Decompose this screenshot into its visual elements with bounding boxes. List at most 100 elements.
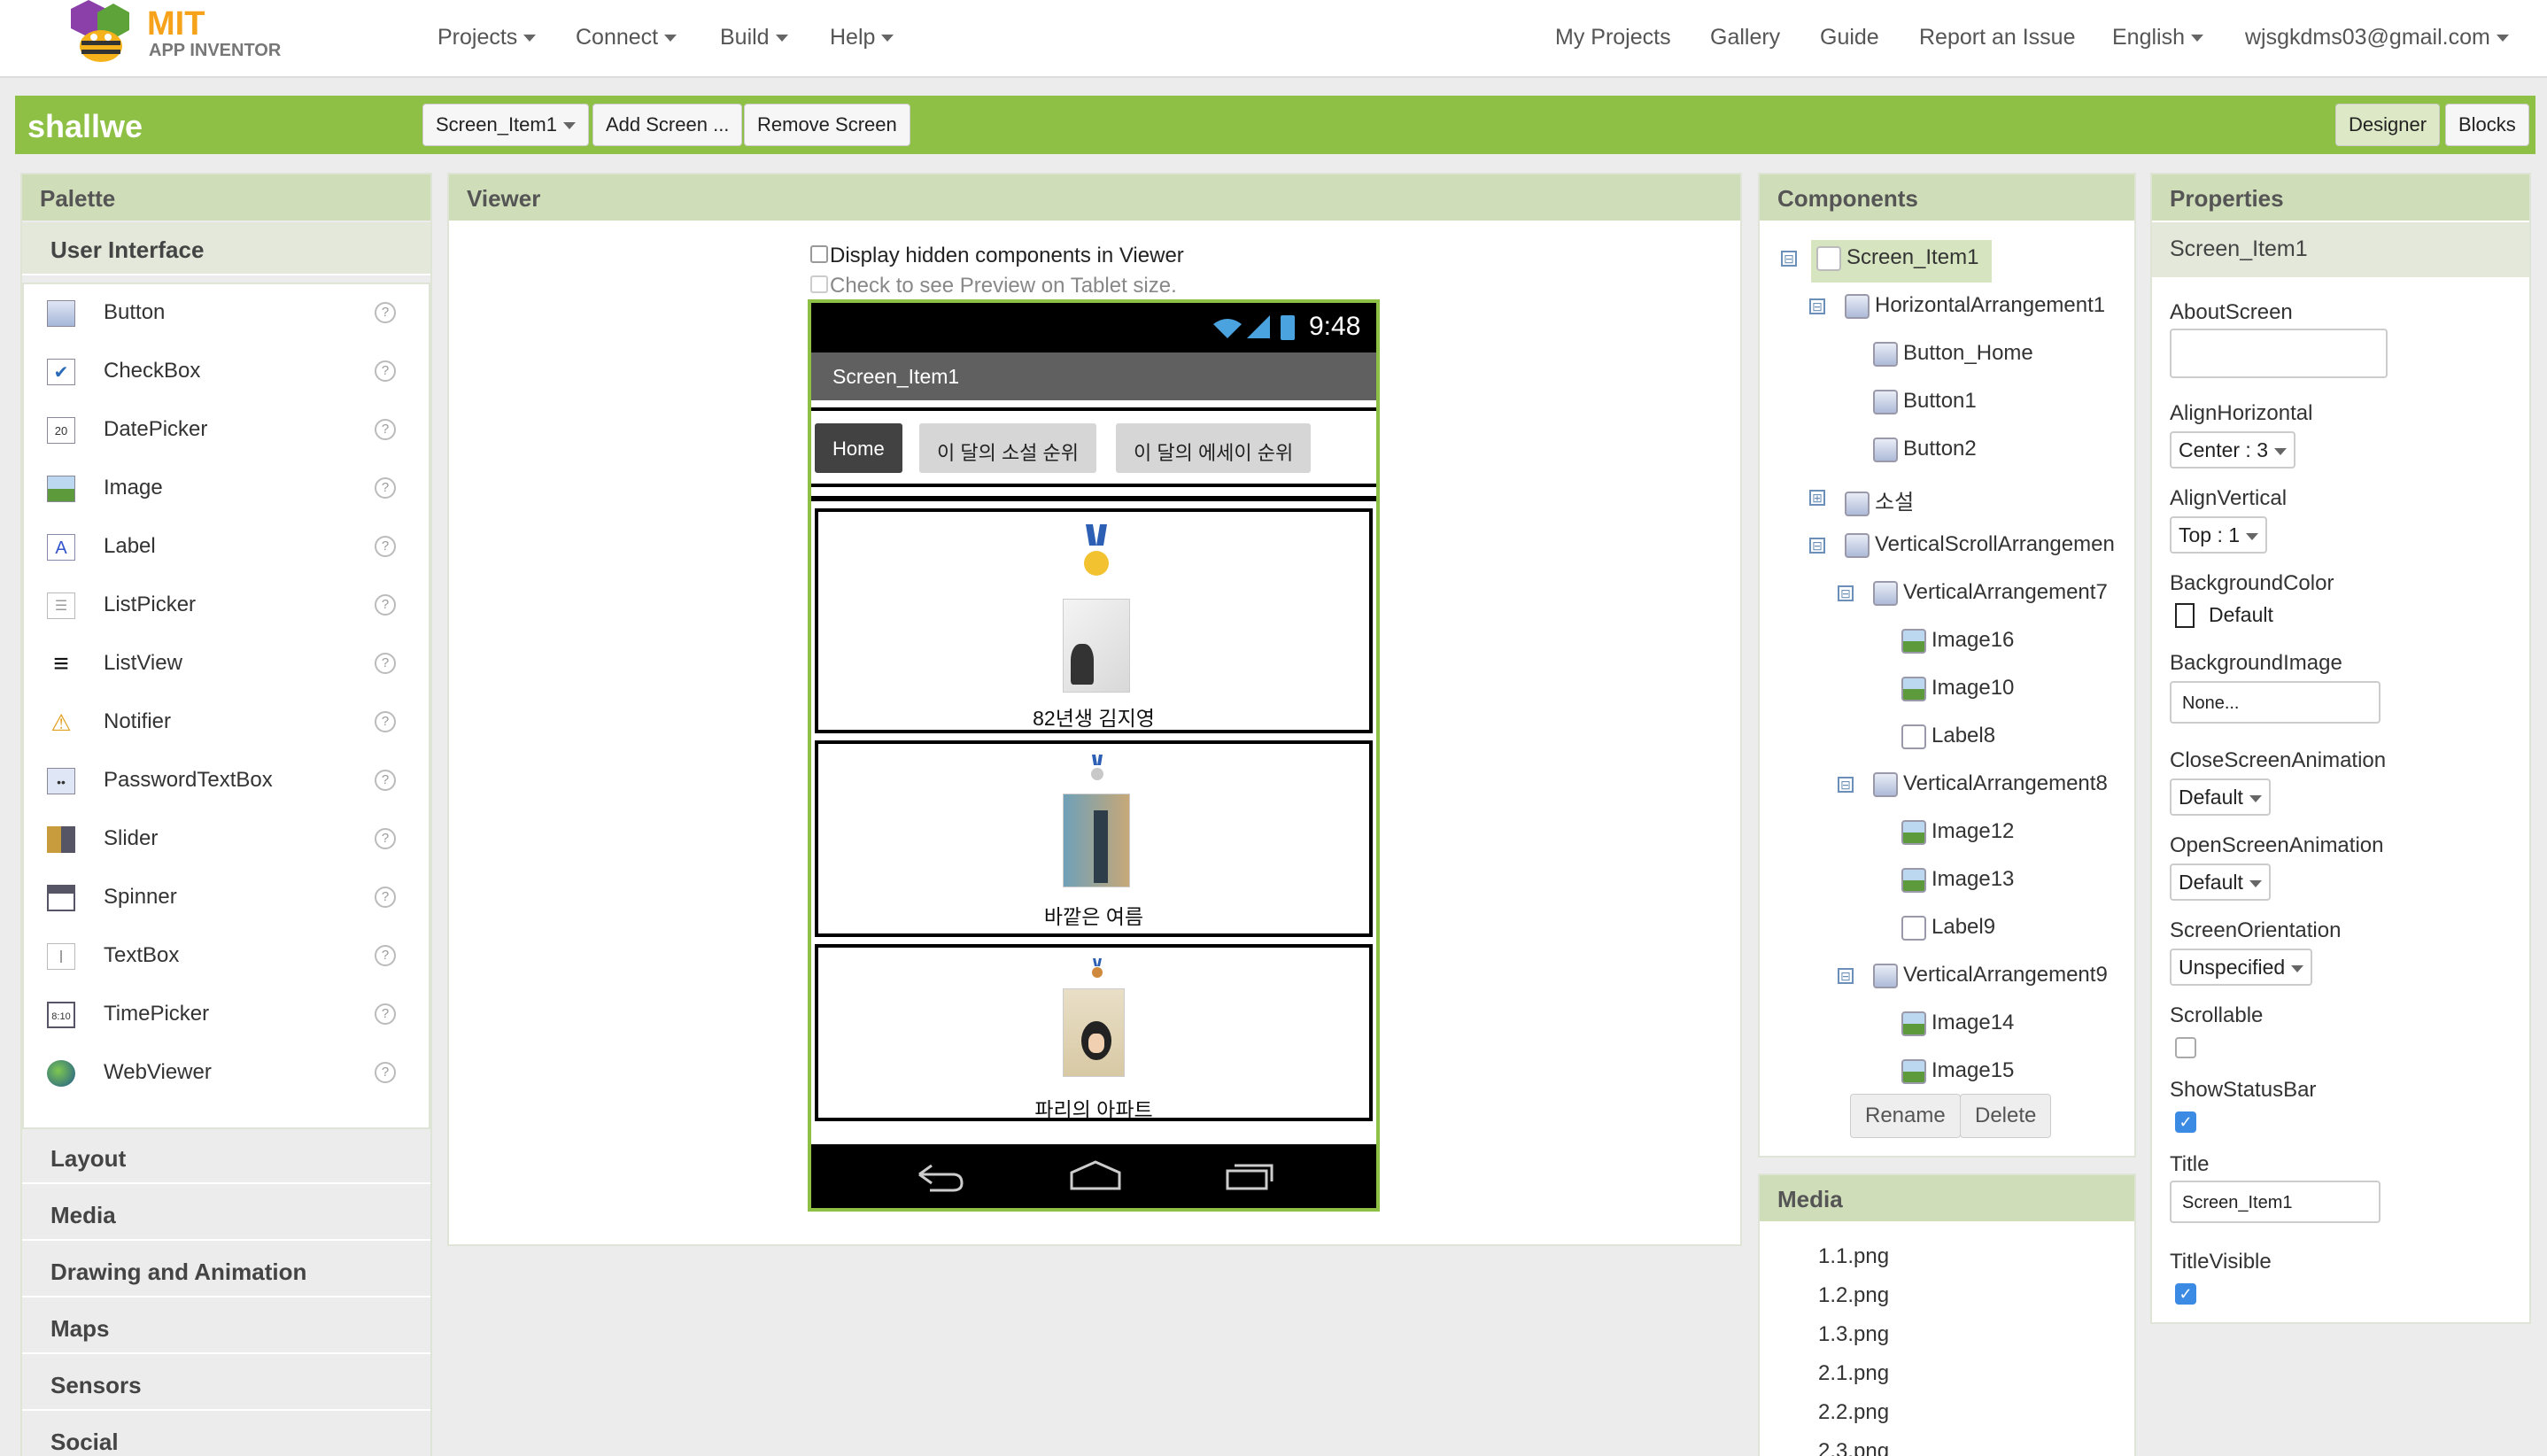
collapse-toggle[interactable]: ⊟ xyxy=(1838,585,1854,601)
help-icon[interactable]: ? xyxy=(375,477,396,499)
palette-item-spinner[interactable]: Spinner? xyxy=(24,869,405,927)
prop-title-input[interactable]: Screen_Item1 xyxy=(2170,1181,2381,1223)
tree-node-verticalarrangement9[interactable]: VerticalArrangement9 xyxy=(1873,963,2108,988)
tree-node-screen[interactable]: Screen_Item1 xyxy=(1816,245,1978,271)
tree-node-image10[interactable]: Image10 xyxy=(1901,676,2014,701)
prop-openscreenanimation-dropdown[interactable]: Default xyxy=(2170,864,2271,901)
palette-item-passwordtextbox[interactable]: •• PasswordTextBox? xyxy=(24,752,405,810)
novel-rank-button[interactable]: 이 달의 소설 순위 xyxy=(919,423,1097,473)
designer-button[interactable]: Designer xyxy=(2335,104,2441,146)
prop-scrollable-checkbox[interactable] xyxy=(2175,1037,2196,1058)
palette-item-timepicker[interactable]: 8:10 TimePicker? xyxy=(24,986,405,1044)
prop-closescreenanimation-dropdown[interactable]: Default xyxy=(2170,778,2271,816)
help-icon[interactable]: ? xyxy=(375,360,396,382)
palette-item-label[interactable]: A Label? xyxy=(24,518,405,577)
link-guide[interactable]: Guide xyxy=(1820,21,1879,53)
tree-node-novel[interactable]: 소설 xyxy=(1845,484,1914,516)
media-file[interactable]: 2.2.png xyxy=(1818,1400,1889,1425)
tree-node-button-home[interactable]: Button_Home xyxy=(1873,341,2033,367)
palette-category-drawing[interactable]: Drawing and Animation xyxy=(22,1244,430,1297)
help-icon[interactable]: ? xyxy=(375,770,396,791)
collapse-toggle[interactable]: ⊟ xyxy=(1809,538,1825,554)
media-file[interactable]: 1.3.png xyxy=(1818,1322,1889,1347)
home-icon[interactable] xyxy=(1068,1158,1123,1194)
help-icon[interactable]: ? xyxy=(375,594,396,616)
expand-toggle[interactable]: ⊞ xyxy=(1809,490,1825,506)
palette-item-image[interactable]: Image? xyxy=(24,460,405,518)
help-icon[interactable]: ? xyxy=(375,887,396,908)
remove-screen-button[interactable]: Remove Screen xyxy=(744,104,910,146)
menu-build[interactable]: Build xyxy=(720,21,788,53)
palette-item-datepicker[interactable]: 20 DatePicker? xyxy=(24,401,405,460)
language-menu[interactable]: English xyxy=(2112,21,2203,53)
palette-category-sensors[interactable]: Sensors xyxy=(22,1358,430,1411)
collapse-toggle[interactable]: ⊟ xyxy=(1838,968,1854,984)
rename-button[interactable]: Rename xyxy=(1850,1094,1961,1138)
back-icon[interactable] xyxy=(912,1158,965,1194)
media-file[interactable]: 2.3.png xyxy=(1818,1439,1889,1456)
home-tab-button[interactable]: Home xyxy=(815,423,902,473)
tree-node-image15[interactable]: Image15 xyxy=(1901,1058,2014,1084)
recent-apps-icon[interactable] xyxy=(1224,1158,1277,1194)
palette-category-social[interactable]: Social xyxy=(22,1414,430,1456)
collapse-toggle[interactable]: ⊟ xyxy=(1809,298,1825,314)
tree-node-horizontalarrangement1[interactable]: HorizontalArrangement1 xyxy=(1845,293,2105,319)
tree-node-verticalarrangement8[interactable]: VerticalArrangement8 xyxy=(1873,771,2108,797)
help-icon[interactable]: ? xyxy=(375,711,396,732)
palette-category-layout[interactable]: Layout xyxy=(22,1131,430,1184)
app-inventor-logo[interactable]: MIT APP INVENTOR xyxy=(62,0,292,71)
prop-screenorientation-dropdown[interactable]: Unspecified xyxy=(2170,949,2313,986)
prop-showstatusbar-checkbox[interactable]: ✓ xyxy=(2175,1111,2196,1133)
tree-node-button2[interactable]: Button2 xyxy=(1873,437,1977,462)
prop-titlevisible-checkbox[interactable]: ✓ xyxy=(2175,1283,2196,1305)
help-icon[interactable]: ? xyxy=(375,1062,396,1083)
prop-alignhorizontal-dropdown[interactable]: Center : 3 xyxy=(2170,431,2295,469)
palette-item-checkbox[interactable]: ✔ CheckBox? xyxy=(24,343,405,401)
screen-select[interactable]: Screen_Item1 xyxy=(422,104,589,146)
prop-backgroundimage-input[interactable]: None... xyxy=(2170,681,2381,724)
collapse-toggle[interactable]: ⊟ xyxy=(1838,777,1854,793)
help-icon[interactable]: ? xyxy=(375,536,396,557)
help-icon[interactable]: ? xyxy=(375,945,396,966)
palette-item-button[interactable]: Button? xyxy=(24,284,405,343)
palette-item-webviewer[interactable]: WebViewer? xyxy=(24,1044,405,1103)
palette-item-listpicker[interactable]: ☰ ListPicker? xyxy=(24,577,405,635)
palette-item-slider[interactable]: Slider? xyxy=(24,810,405,869)
media-file[interactable]: 1.1.png xyxy=(1818,1244,1889,1269)
tree-node-image16[interactable]: Image16 xyxy=(1901,628,2014,654)
help-icon[interactable]: ? xyxy=(375,302,396,323)
tree-node-label8[interactable]: Label8 xyxy=(1901,724,1995,749)
add-screen-button[interactable]: Add Screen ... xyxy=(592,104,743,146)
menu-connect[interactable]: Connect xyxy=(576,21,677,53)
essay-rank-button[interactable]: 이 달의 에세이 순위 xyxy=(1116,423,1312,473)
blocks-button[interactable]: Blocks xyxy=(2445,104,2529,146)
account-menu[interactable]: wjsgkdms03@gmail.com xyxy=(2245,21,2509,53)
palette-category-media[interactable]: Media xyxy=(22,1188,430,1241)
tree-node-image14[interactable]: Image14 xyxy=(1901,1011,2014,1036)
help-icon[interactable]: ? xyxy=(375,653,396,674)
tree-node-verticalscrollarrangement[interactable]: VerticalScrollArrangemen xyxy=(1845,532,2115,558)
palette-category-maps[interactable]: Maps xyxy=(22,1301,430,1354)
tree-node-image12[interactable]: Image12 xyxy=(1901,819,2014,845)
help-icon[interactable]: ? xyxy=(375,419,396,440)
help-icon[interactable]: ? xyxy=(375,1003,396,1025)
link-my-projects[interactable]: My Projects xyxy=(1555,21,1671,53)
prop-backgroundcolor-value[interactable]: Default xyxy=(2209,603,2273,627)
link-report-issue[interactable]: Report an Issue xyxy=(1919,21,2076,53)
tree-node-button1[interactable]: Button1 xyxy=(1873,389,1977,414)
help-icon[interactable]: ? xyxy=(375,828,396,849)
menu-projects[interactable]: Projects xyxy=(437,21,537,53)
tablet-preview-checkbox[interactable] xyxy=(810,275,828,293)
collapse-toggle[interactable]: ⊟ xyxy=(1781,251,1797,267)
link-gallery[interactable]: Gallery xyxy=(1710,21,1780,53)
palette-category-user-interface[interactable]: User Interface xyxy=(22,222,430,275)
media-file[interactable]: 1.2.png xyxy=(1818,1283,1889,1308)
menu-help[interactable]: Help xyxy=(830,21,894,53)
tree-node-verticalarrangement7[interactable]: VerticalArrangement7 xyxy=(1873,580,2108,606)
tree-node-image13[interactable]: Image13 xyxy=(1901,867,2014,893)
prop-aboutscreen-input[interactable] xyxy=(2170,329,2388,378)
media-file[interactable]: 2.1.png xyxy=(1818,1361,1889,1386)
delete-button[interactable]: Delete xyxy=(1960,1094,2052,1138)
palette-item-textbox[interactable]: I TextBox? xyxy=(24,927,405,986)
palette-item-notifier[interactable]: ⚠ Notifier? xyxy=(24,693,405,752)
